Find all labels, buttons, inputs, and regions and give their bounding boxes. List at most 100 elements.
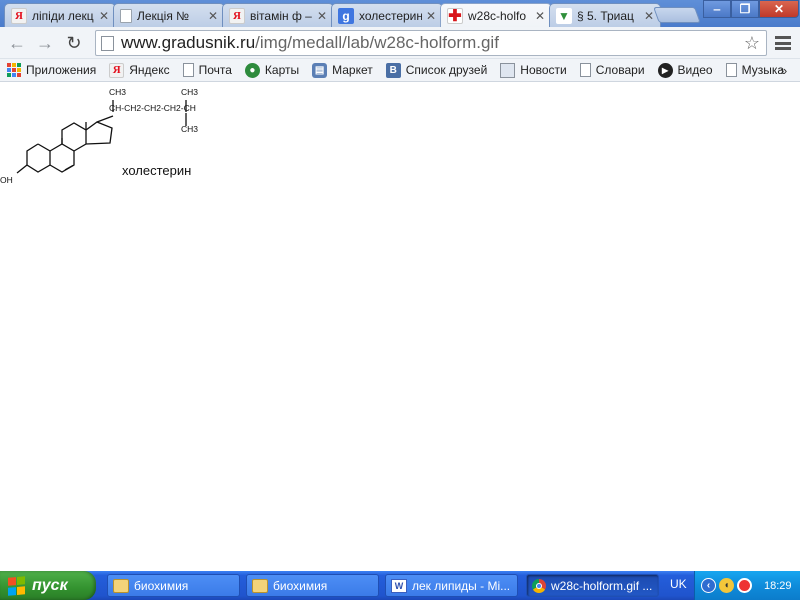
page-content: OH CH3 CH-CH2-CH2-CH2-CH CH3 CH3 холесте…: [0, 82, 800, 571]
bookmark-video[interactable]: ▶ Видео: [657, 62, 713, 78]
word-icon: W: [391, 578, 407, 593]
close-window-button[interactable]: ✕: [759, 0, 799, 18]
tab-strip: Я ліпіди лекц ✕ Лекція № ✕ Я вітамін ф –…: [0, 0, 800, 28]
chrome-icon: [532, 578, 546, 593]
maps-icon: ●: [244, 62, 260, 78]
image-caption: холестерин: [122, 163, 192, 178]
forward-button[interactable]: →: [34, 32, 56, 54]
taskbar-item-label: w28c-holform.gif ...: [551, 578, 653, 593]
video-icon: ▶: [657, 62, 673, 78]
taskbar-item-biohimija-1[interactable]: биохимия: [107, 574, 240, 597]
v-icon: ▼: [556, 7, 572, 24]
tab-label: холестерин: [359, 8, 422, 23]
bookmark-star-icon[interactable]: ☆: [744, 33, 760, 54]
google-icon: g: [338, 7, 354, 24]
label-ch3-branch-top: CH3: [181, 87, 198, 97]
tab-close-icon[interactable]: ✕: [208, 9, 218, 23]
tab-close-icon[interactable]: ✕: [535, 9, 545, 23]
volume-icon[interactable]: ◖: [719, 578, 734, 593]
tab-lipidy-lekc[interactable]: Я ліпіди лекц ✕: [4, 3, 116, 27]
new-tab-button[interactable]: [653, 7, 701, 23]
market-icon: ▤: [312, 62, 328, 78]
taskbar-item-label: биохимия: [134, 578, 189, 593]
taskbar-item-label: лек липиды - Mi...: [412, 578, 511, 593]
label-side-chain: CH-CH2-CH2-CH2-CH: [109, 103, 196, 113]
tab-label: вітамін ф –: [250, 8, 312, 23]
url-host: www.gradusnik.ru: [121, 33, 256, 52]
label-oh: OH: [0, 175, 13, 185]
yandex-icon: Я: [109, 62, 125, 78]
tab-close-icon[interactable]: ✕: [99, 9, 109, 23]
bookmark-novosti[interactable]: Новости: [500, 62, 567, 78]
tab-holesterin[interactable]: g холестерин ✕: [331, 3, 443, 27]
bookmark-label: Яндекс: [129, 63, 170, 77]
news-icon: [500, 62, 516, 78]
bookmark-spisok-druzej[interactable]: B Список друзей: [385, 62, 488, 78]
page-icon: [725, 63, 737, 77]
bookmarks-overflow-icon[interactable]: »: [780, 63, 787, 78]
bookmarks-bar: Приложения Я Яндекс Почта ● Карты ▤ Марк…: [0, 59, 800, 82]
bookmark-muzyka[interactable]: Музыка: [725, 63, 785, 77]
tray-back-icon[interactable]: ‹: [701, 578, 716, 593]
tab-label: § 5. Триац: [577, 8, 634, 23]
minimize-button[interactable]: ‒: [703, 0, 731, 18]
antivirus-icon[interactable]: [737, 578, 752, 593]
tab-w28c-holform[interactable]: ✚ w28c-holfo ✕: [440, 3, 552, 28]
page-icon: [182, 63, 194, 77]
bookmark-label: Список друзей: [405, 63, 488, 77]
back-button[interactable]: ←: [6, 32, 28, 54]
vk-icon: B: [385, 62, 401, 78]
bookmark-label: Приложения: [26, 63, 97, 77]
window-controls: ‒ ❐ ✕: [703, 0, 799, 18]
start-label: пуск: [32, 576, 68, 594]
bookmark-label: Новости: [520, 63, 567, 77]
bookmark-label: Видео: [677, 63, 713, 77]
bookmark-yandex[interactable]: Я Яндекс: [109, 62, 170, 78]
tab-label: ліпіди лекц: [32, 8, 94, 23]
bookmark-label: Маркет: [332, 63, 373, 77]
bookmark-label: Карты: [264, 63, 300, 77]
restore-button[interactable]: ❐: [731, 0, 759, 18]
windows-taskbar: пуск биохимия биохимия W лек липиды - Mi…: [0, 571, 800, 600]
tab-label: w28c-holfo: [468, 9, 527, 23]
address-bar[interactable]: www.gradusnik.ru/img/medall/lab/w28c-hol…: [95, 30, 767, 56]
start-button[interactable]: пуск: [0, 571, 96, 600]
bookmark-pochta[interactable]: Почта: [182, 63, 232, 77]
tab-vitamin-f[interactable]: Я вітамін ф – ✕: [222, 3, 334, 27]
yandex-icon: Я: [229, 7, 245, 24]
bookmark-market[interactable]: ▤ Маркет: [312, 62, 373, 78]
url-text[interactable]: www.gradusnik.ru/img/medall/lab/w28c-hol…: [121, 33, 499, 53]
clock: 18:29: [764, 579, 792, 592]
page-icon: [579, 63, 591, 77]
bookmark-label: Словари: [595, 63, 645, 77]
tab-close-icon[interactable]: ✕: [317, 9, 327, 23]
tab-lekcija[interactable]: Лекція № ✕: [113, 3, 225, 27]
menu-icon[interactable]: [773, 34, 793, 52]
bookmark-karty[interactable]: ● Карты: [244, 62, 300, 78]
yandex-icon: Я: [11, 7, 27, 24]
reload-button[interactable]: ↻: [63, 32, 85, 54]
red-cross-icon: ✚: [447, 8, 463, 25]
url-path: /img/medall/lab/w28c-holform.gif: [255, 33, 499, 52]
windows-logo-icon: [8, 575, 26, 596]
tab-close-icon[interactable]: ✕: [426, 9, 436, 23]
bookmark-slovari[interactable]: Словари: [579, 63, 645, 77]
bookmark-label: Почта: [198, 63, 232, 77]
language-indicator[interactable]: UK: [670, 577, 687, 591]
label-ch3-top: CH3: [109, 87, 126, 97]
taskbar-item-chrome[interactable]: w28c-holform.gif ...: [526, 574, 659, 597]
page-icon: [101, 35, 114, 51]
folder-icon: [113, 578, 129, 593]
taskbar-item-label: биохимия: [273, 578, 328, 593]
bookmark-apps[interactable]: Приложения: [7, 62, 97, 78]
taskbar-item-biohimija-2[interactable]: биохимия: [246, 574, 379, 597]
tab-label: Лекція №: [137, 8, 190, 23]
system-tray: ‹ ◖ 18:29: [694, 571, 800, 600]
label-ch3-branch-bottom: CH3: [181, 124, 198, 134]
bookmark-label: Музыка: [741, 63, 785, 77]
tab-triacil[interactable]: ▼ § 5. Триац ✕: [549, 3, 661, 27]
tab-close-icon[interactable]: ✕: [644, 9, 654, 23]
browser-toolbar: ← → ↻ www.gradusnik.ru/img/medall/lab/w2…: [0, 27, 800, 59]
taskbar-item-lek-lipidy[interactable]: W лек липиды - Mi...: [385, 574, 518, 597]
page-icon: [120, 8, 132, 23]
